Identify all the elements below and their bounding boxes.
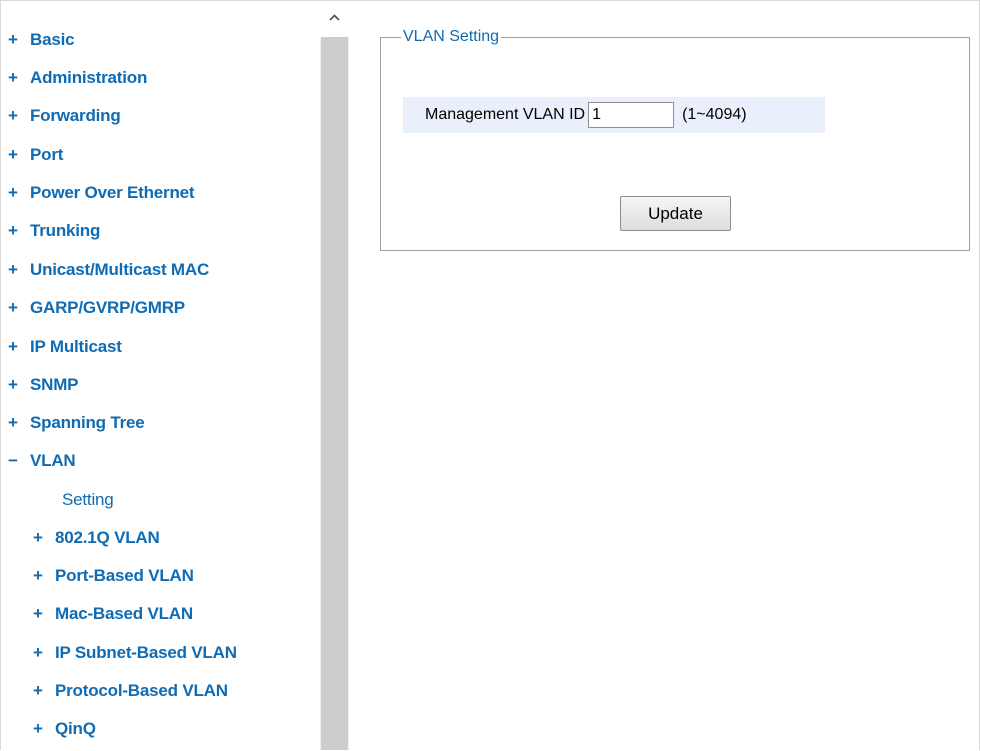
sidebar-item-spanning-tree[interactable]: + Spanning Tree	[6, 408, 145, 438]
page-frame: + Basic + Administration + Forwarding + …	[0, 0, 980, 750]
expand-icon: +	[33, 528, 43, 547]
sidebar-item-ip-subnet-based-vlan[interactable]: + IP Subnet-Based VLAN	[31, 638, 237, 668]
management-vlan-input[interactable]	[588, 102, 675, 128]
sidebar-item-qinq[interactable]: + QinQ	[31, 714, 96, 744]
expand-icon: +	[33, 681, 43, 700]
management-vlan-label: Management VLAN ID	[425, 106, 586, 123]
sidebar-item-label: Port	[30, 145, 64, 164]
sidebar-item-label: IP Subnet-Based VLAN	[55, 643, 237, 662]
sidebar-item-label: QinQ	[55, 719, 96, 738]
sidebar-item-ip-multicast[interactable]: + IP Multicast	[6, 332, 122, 362]
scrollbar-thumb[interactable]	[321, 37, 348, 750]
sidebar-item-garp-gvrp-gmrp[interactable]: + GARP/GVRP/GMRP	[6, 293, 185, 323]
sidebar-item-label: SNMP	[30, 375, 79, 394]
sidebar-item-label: 802.1Q VLAN	[55, 528, 160, 547]
sidebar-item-label: Power Over Ethernet	[30, 183, 195, 202]
sidebar-item-basic[interactable]: + Basic	[6, 25, 75, 55]
sidebar-item-label: Setting	[62, 490, 114, 509]
sidebar-item-label: Basic	[30, 30, 75, 49]
sidebar-item-vlan-setting[interactable]: Setting	[62, 485, 114, 515]
main-content: VLAN Setting Management VLAN ID (1~4094)…	[349, 1, 979, 750]
sidebar-item-label: Spanning Tree	[30, 413, 145, 432]
expand-icon: +	[8, 145, 18, 164]
sidebar-item-label: Protocol-Based VLAN	[55, 681, 228, 700]
management-vlan-row: Management VLAN ID (1~4094)	[403, 97, 825, 133]
sidebar-item-label: Trunking	[30, 221, 101, 240]
sidebar-nav: + Basic + Administration + Forwarding + …	[2, 1, 320, 750]
scroll-up-button[interactable]	[320, 1, 349, 37]
sidebar-item-label: GARP/GVRP/GMRP	[30, 298, 185, 317]
sidebar-item-unicast-multicast-mac[interactable]: + Unicast/Multicast MAC	[6, 255, 209, 285]
expand-icon: +	[8, 298, 18, 317]
chevron-up-icon	[329, 14, 340, 21]
sidebar-item-power-over-ethernet[interactable]: + Power Over Ethernet	[6, 178, 195, 208]
expand-icon: +	[8, 413, 18, 432]
update-button[interactable]: Update	[620, 196, 731, 231]
sidebar-item-label: Administration	[30, 68, 148, 87]
sidebar-scrollbar[interactable]	[320, 1, 349, 750]
expand-icon: +	[8, 30, 18, 49]
expand-icon: +	[8, 375, 18, 394]
sidebar-item-label: Unicast/Multicast MAC	[30, 260, 210, 279]
expand-icon: +	[8, 260, 18, 279]
sidebar-item-forwarding[interactable]: + Forwarding	[6, 101, 121, 131]
sidebar-item-protocol-based-vlan[interactable]: + Protocol-Based VLAN	[31, 676, 228, 706]
expand-icon: +	[33, 604, 43, 623]
expand-icon: +	[8, 183, 18, 202]
sidebar-item-label: VLAN	[30, 451, 76, 470]
sidebar-item-port[interactable]: + Port	[6, 140, 63, 170]
fieldset-legend: VLAN Setting	[401, 28, 502, 46]
sidebar-item-port-based-vlan[interactable]: + Port-Based VLAN	[31, 561, 194, 591]
expand-icon: +	[33, 719, 43, 738]
expand-icon: +	[33, 566, 43, 585]
sidebar-item-label: Forwarding	[30, 106, 121, 125]
sidebar-item-mac-based-vlan[interactable]: + Mac-Based VLAN	[31, 599, 193, 629]
expand-icon: +	[8, 68, 18, 87]
sidebar-item-vlan[interactable]: − VLAN	[6, 446, 76, 476]
expand-icon: +	[8, 221, 18, 240]
expand-icon: +	[8, 337, 18, 356]
sidebar-item-snmp[interactable]: + SNMP	[6, 370, 78, 400]
sidebar-item-8021q-vlan[interactable]: + 802.1Q VLAN	[31, 523, 160, 553]
expand-icon: +	[33, 643, 43, 662]
sidebar-item-label: IP Multicast	[30, 337, 122, 356]
vlan-range-hint: (1~4094)	[682, 106, 747, 123]
sidebar-item-trunking[interactable]: + Trunking	[6, 216, 100, 246]
expand-icon: +	[8, 106, 18, 125]
sidebar-item-label: Mac-Based VLAN	[55, 604, 193, 623]
sidebar-item-administration[interactable]: + Administration	[6, 63, 147, 93]
collapse-icon: −	[8, 451, 18, 470]
sidebar-item-label: Port-Based VLAN	[55, 566, 194, 585]
